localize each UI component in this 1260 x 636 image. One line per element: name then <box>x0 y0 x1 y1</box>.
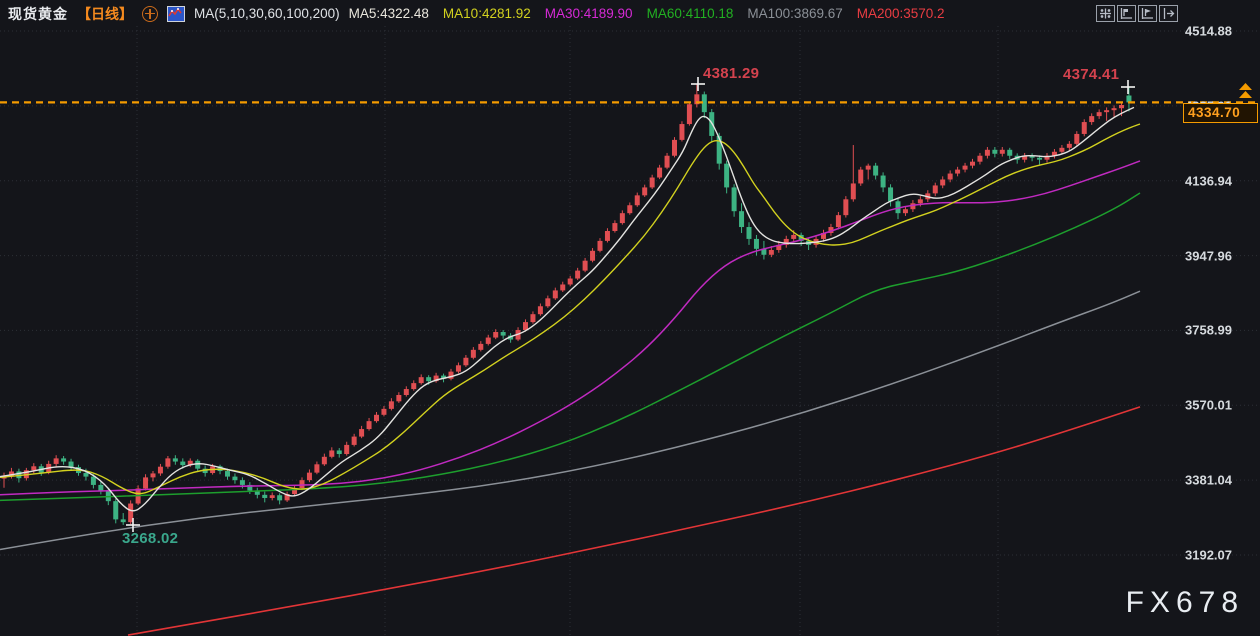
price-annotation: 4374.41 <box>1063 66 1119 83</box>
pan-crosshair-icon[interactable] <box>1096 5 1115 22</box>
watermark: FX678 <box>1126 586 1244 620</box>
symbol-name: 现货黄金 <box>8 4 68 24</box>
chart-header: 现货黄金 【日线】 MA(5,10,30,60,100,200) MA5:432… <box>0 0 1098 27</box>
ma-line-ma200 <box>128 407 1140 635</box>
candlestick-chart-icon[interactable] <box>167 6 185 22</box>
trading-chart-window: 现货黄金 【日线】 MA(5,10,30,60,100,200) MA5:432… <box>0 0 1260 636</box>
grid-layer <box>0 26 1260 636</box>
collapse-panel-icon[interactable] <box>1159 5 1178 22</box>
ma-value: MA60:4110.18 <box>647 6 734 21</box>
ma-value: MA100:3869.67 <box>747 6 842 21</box>
price-scale-flag-icon[interactable] <box>1117 5 1136 22</box>
axis-tick-label: 3192.07 <box>1185 548 1232 563</box>
chart-toolbar <box>1096 5 1178 22</box>
current-price-label: 4334.70 <box>1183 103 1258 123</box>
ma-value: MA10:4281.92 <box>443 6 531 21</box>
axis-tick-label: 3947.96 <box>1185 248 1232 263</box>
candles-layer <box>2 84 1132 525</box>
ma-settings-label: MA(5,10,30,60,100,200) <box>194 6 340 21</box>
axis-tick-label: 4514.88 <box>1185 24 1232 39</box>
price-chart-canvas[interactable] <box>0 0 1260 636</box>
ma-value: MA200:3570.2 <box>857 6 945 21</box>
axis-tick-label: 3758.99 <box>1185 323 1232 338</box>
axis-tick-label: 3570.01 <box>1185 398 1232 413</box>
price-annotation: 3268.02 <box>122 530 178 547</box>
price-scale-pennant-icon[interactable] <box>1138 5 1157 22</box>
price-up-arrows-icon <box>1237 83 1254 104</box>
period-selector[interactable]: 【日线】 <box>77 4 133 24</box>
axis-tick-label: 3381.04 <box>1185 473 1232 488</box>
ma-values: MA5:4322.48 MA10:4281.92 MA30:4189.90 MA60:… <box>349 6 945 21</box>
axis-tick-label: 4136.94 <box>1185 173 1232 188</box>
ma-value: MA30:4189.90 <box>545 6 633 21</box>
markers-layer <box>126 77 1135 532</box>
ma-value: MA5:4322.48 <box>349 6 429 21</box>
plus-circle-icon[interactable] <box>142 6 158 22</box>
price-annotation: 4381.29 <box>703 65 759 82</box>
